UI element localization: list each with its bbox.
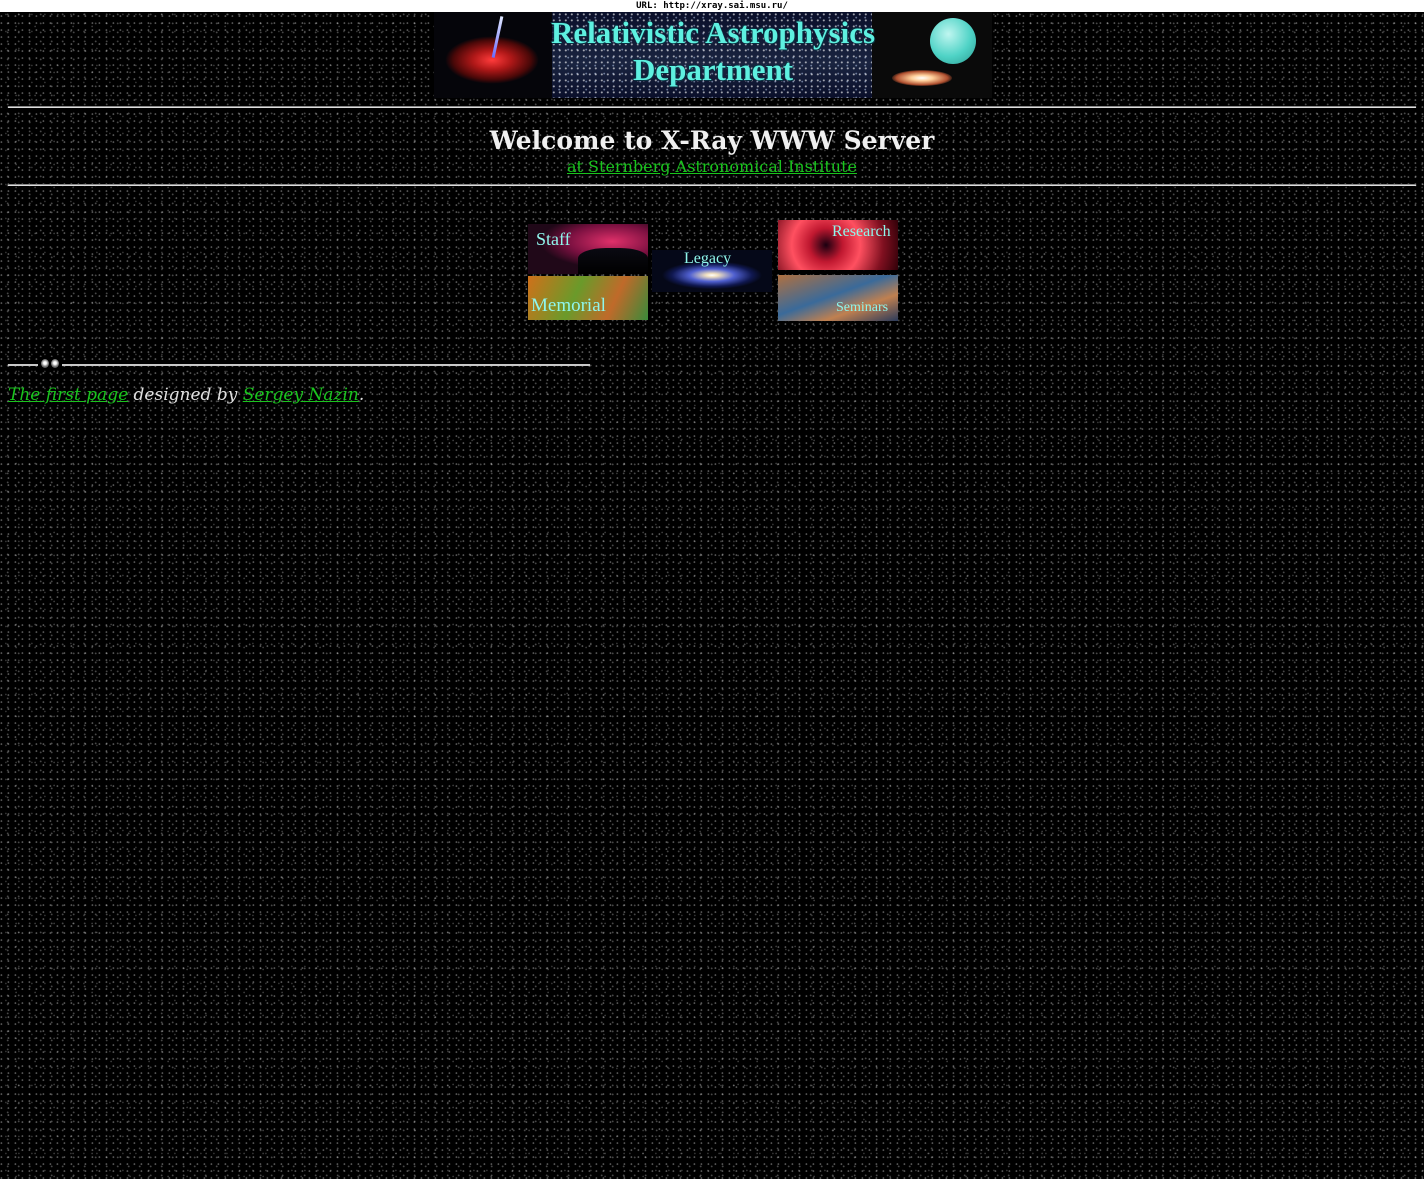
memorial-label: Memorial xyxy=(531,295,606,316)
author-link[interactable]: Sergey Nazin xyxy=(243,385,359,405)
horsehead-nebula-silhouette xyxy=(578,248,648,274)
banner-title-line2: Department xyxy=(632,52,794,87)
department-banner: Relativistic Astrophysics Department xyxy=(434,12,992,98)
memorial-nav-button[interactable]: Memorial xyxy=(528,276,648,320)
footer-credit: The first page designed by Sergey Nazin. xyxy=(8,385,364,405)
research-label: Research xyxy=(832,223,891,240)
banner-title-line1: Relativistic Astrophysics xyxy=(550,15,876,50)
designed-by-text: designed by xyxy=(128,385,243,405)
research-nav-button[interactable]: Research xyxy=(778,220,898,270)
eyes-icon xyxy=(38,357,62,369)
legacy-nav-button[interactable]: Legacy xyxy=(652,250,772,292)
seminars-nav-button[interactable]: Seminars xyxy=(778,275,898,321)
footer-period: . xyxy=(358,385,365,405)
institute-link[interactable]: at Sternberg Astronomical Institute xyxy=(567,157,857,176)
url-bar: URL: http://xray.sai.msu.ru/ xyxy=(0,0,1424,12)
first-page-link[interactable]: The first page xyxy=(8,385,128,405)
top-divider xyxy=(8,106,1416,108)
banner-title: Relativistic Astrophysics Department xyxy=(434,14,992,88)
legacy-label: Legacy xyxy=(684,250,732,267)
header-divider xyxy=(8,184,1416,186)
eyes-divider xyxy=(8,356,590,370)
staff-nav-button[interactable]: Staff xyxy=(528,224,648,274)
seminars-label: Seminars xyxy=(836,300,889,315)
staff-label: Staff xyxy=(536,229,571,249)
page-title: Welcome to X-Ray WWW Server xyxy=(489,126,935,155)
institute-link-container: at Sternberg Astronomical Institute xyxy=(0,157,1424,176)
